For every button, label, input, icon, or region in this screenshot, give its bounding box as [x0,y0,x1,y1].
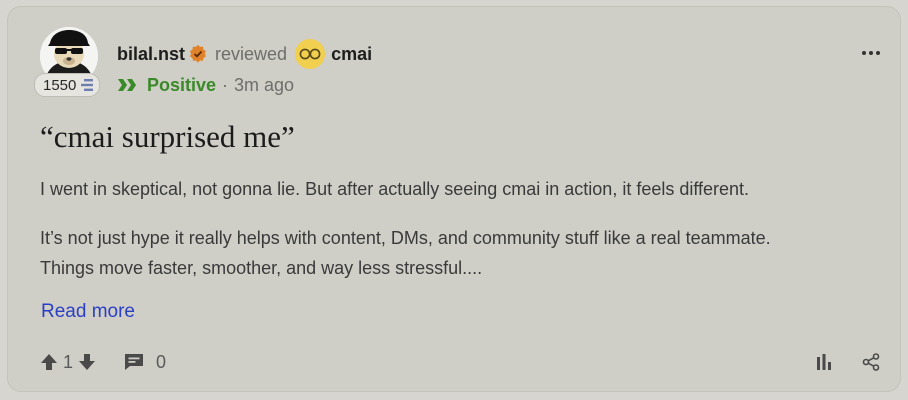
brand-name[interactable]: cmai [331,44,372,65]
action-text: reviewed [215,43,288,64]
more-dot-icon [862,51,866,55]
verified-seal-icon [189,45,207,63]
review-time: 3m ago [234,74,295,95]
review-header: bilal.nst reviewed cmai [117,39,372,69]
share-icon[interactable] [862,353,880,371]
review-actions: 1 0 [40,351,166,373]
review-tools [816,351,880,373]
comments-button[interactable]: 0 [124,352,166,373]
sunglasses-icon[interactable] [295,39,326,69]
more-dot-icon [876,51,880,55]
reputation-score: 1550 [43,76,77,94]
review-paragraph: I went in skeptical, not gonna lie. But … [40,179,750,199]
meta-separator: · [222,74,229,95]
reputation-levels-icon [79,79,94,91]
vote-count: 1 [63,351,74,372]
review-paragraph-line: It’s not just hype it really helps with … [40,228,771,248]
comment-bubble-icon [124,353,144,371]
downvote-arrow-icon[interactable] [78,353,96,371]
upvote-arrow-icon[interactable] [40,353,58,371]
review-meta: Positive · 3m ago [117,73,294,97]
review-card: 1550 bilal.nst reviewed cmai Positive · … [7,6,901,392]
review-title: “cmai surprised me” [40,119,295,154]
read-more-link[interactable]: Read more [41,301,135,323]
more-options-button[interactable] [856,43,886,63]
double-chevron-icon [117,77,139,93]
more-dot-icon [869,51,873,55]
review-paragraph-line: Things move faster, smoother, and way le… [40,258,483,278]
author-username[interactable]: bilal.nst [117,44,185,65]
comment-count: 0 [156,351,167,372]
review-paragraph: It’s not just hype it really helps with … [40,223,771,283]
reputation-badge: 1550 [34,73,101,97]
sentiment-label: Positive [147,74,217,95]
stats-bar-chart-icon[interactable] [816,353,834,371]
author-avatar-block[interactable]: 1550 [34,27,104,103]
